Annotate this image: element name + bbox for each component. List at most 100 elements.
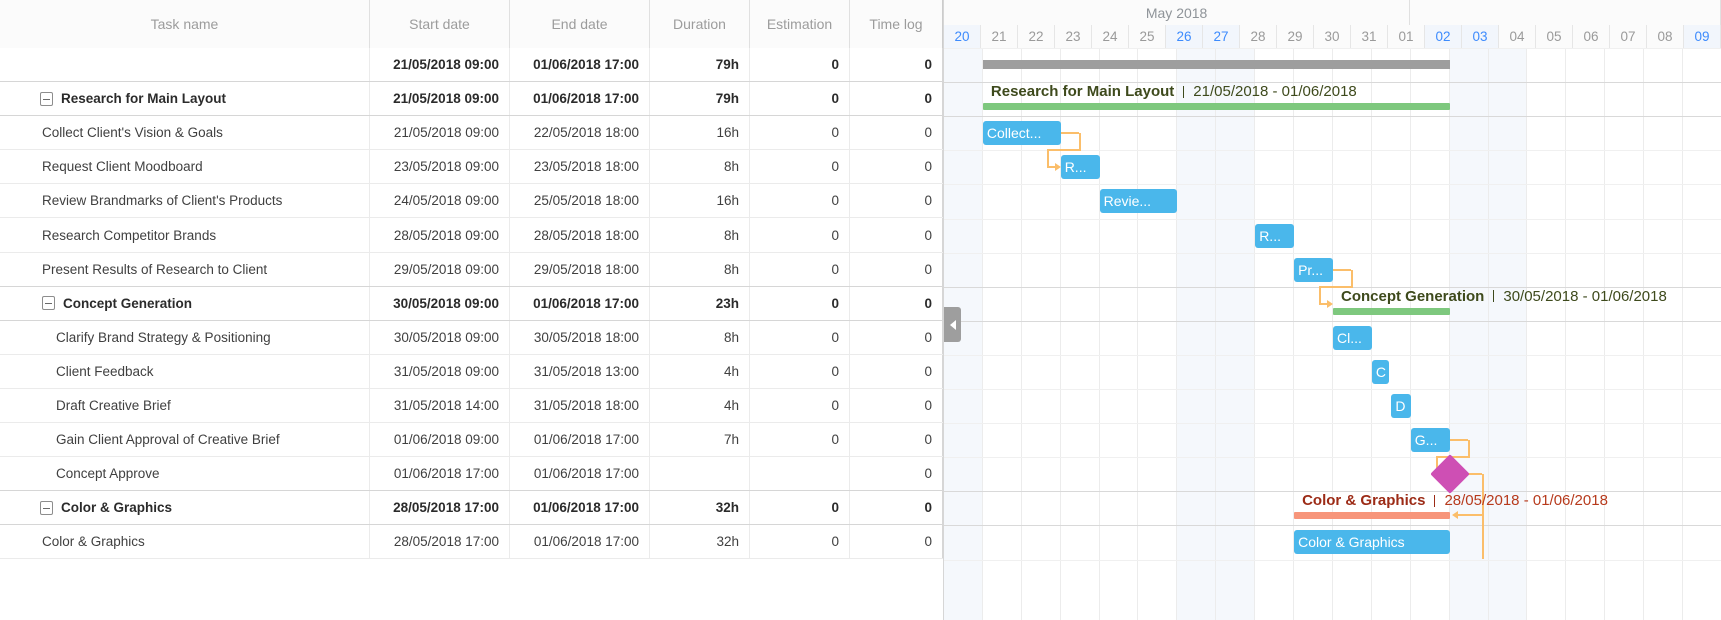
dependency-arrow-icon xyxy=(1327,299,1333,308)
column-header-end-date[interactable]: End date xyxy=(510,0,650,48)
gantt-task-bar[interactable]: Pr... xyxy=(1294,257,1333,282)
table-row[interactable]: Research for Main Layout 21/05/2018 09:00… xyxy=(0,82,943,117)
gantt-task-bar[interactable]: Color & Graphics xyxy=(1294,530,1450,555)
table-row[interactable]: Draft Creative Brief 31/05/2018 14:00 31/0… xyxy=(0,388,943,424)
gantt-summary-bar[interactable] xyxy=(1294,512,1450,520)
cell-end: 22/05/2018 18:00 xyxy=(510,116,650,150)
gantt-task-bar-label: C xyxy=(1375,363,1387,380)
cell-task-name[interactable]: Clarify Brand Strategy & Positioning xyxy=(0,320,370,354)
gantt-summary-label: Color & Graphics 28/05/2018 - 01/06/2018 xyxy=(1302,492,1608,509)
gantt-chart-app: Task name Start date End date Duration E… xyxy=(0,0,1721,620)
task-name-wrapper: Collect Client's Vision & Goals xyxy=(10,125,223,140)
gantt-task-bar-label: R... xyxy=(1259,227,1281,244)
cell-task-name[interactable]: Color & Graphics xyxy=(0,491,370,525)
gantt-task-bar[interactable]: R... xyxy=(1255,223,1295,248)
gantt-task-bar[interactable]: R... xyxy=(1060,155,1100,180)
cell-end: 01/06/2018 17:00 xyxy=(510,82,650,116)
cell-task-name[interactable]: Research Competitor Brands xyxy=(0,218,370,252)
cell-task-name[interactable]: Request Client Moodboard xyxy=(0,150,370,184)
task-name-wrapper: Color & Graphics xyxy=(10,500,172,515)
gantt-summary-bar[interactable] xyxy=(1333,307,1450,315)
table-row[interactable]: Review Brandmarks of Client's Products 24… xyxy=(0,184,943,219)
table-row[interactable]: Gain Client Approval of Creative Brief 01… xyxy=(0,423,943,458)
cell-log: 0 xyxy=(850,252,943,286)
table-row[interactable]: Request Client Moodboard 23/05/2018 09:00… xyxy=(0,150,943,185)
gantt-task-bar[interactable]: Revie... xyxy=(1099,189,1178,214)
cell-dur: 16h xyxy=(650,184,750,218)
cell-task-name[interactable]: Review Brandmarks of Client's Products xyxy=(0,184,370,218)
column-header-duration[interactable]: Duration xyxy=(650,0,750,48)
dependency-link xyxy=(1046,150,1049,168)
gantt-task-bar[interactable]: G... xyxy=(1410,428,1450,453)
gantt-task-bar-label: G... xyxy=(1414,432,1438,449)
task-name-label: Review Brandmarks of Client's Products xyxy=(42,193,283,209)
collapse-toggle-icon[interactable] xyxy=(40,500,53,515)
column-header-time-log[interactable]: Time log xyxy=(850,0,943,48)
cell-end: 01/06/2018 17:00 xyxy=(510,525,650,559)
column-header-estimation[interactable]: Estimation xyxy=(750,0,850,48)
cell-log: 0 xyxy=(850,457,943,491)
collapse-left-icon[interactable] xyxy=(944,307,961,342)
cell-task-name[interactable]: Present Results of Research to Client xyxy=(0,252,370,286)
table-row[interactable]: Client Feedback 31/05/2018 09:00 31/05/201… xyxy=(0,354,943,389)
table-row[interactable]: 21/05/2018 09:00 01/06/2018 17:00 79h 0 0 xyxy=(0,48,943,83)
dependency-link xyxy=(1467,440,1470,458)
cell-est: 0 xyxy=(750,491,850,525)
cell-start: 01/06/2018 09:00 xyxy=(370,423,510,457)
timeline-day-cell: 05 xyxy=(1536,25,1573,48)
cell-end: 23/05/2018 18:00 xyxy=(510,150,650,184)
cell-task-name[interactable]: Concept Approve xyxy=(0,457,370,491)
gantt-task-bar[interactable]: D xyxy=(1391,394,1411,418)
table-row[interactable]: Research Competitor Brands 28/05/2018 09:… xyxy=(0,218,943,253)
cell-task-name[interactable]: Collect Client's Vision & Goals xyxy=(0,116,370,150)
cell-end: 01/06/2018 17:00 xyxy=(510,423,650,457)
cell-task-name[interactable]: Draft Creative Brief xyxy=(0,388,370,423)
gantt-task-bar-label: Color & Graphics xyxy=(1298,534,1405,551)
cell-task-name[interactable]: Research for Main Layout xyxy=(0,82,370,116)
cell-task-name[interactable]: Client Feedback xyxy=(0,354,370,388)
cell-dur: 8h xyxy=(650,252,750,286)
task-grid-header: Task name Start date End date Duration E… xyxy=(0,0,943,48)
gantt-task-bar[interactable]: Collect... xyxy=(982,121,1061,146)
cell-est: 0 xyxy=(750,286,850,320)
gantt-task-bar[interactable]: Cl... xyxy=(1333,325,1372,350)
table-row[interactable]: Clarify Brand Strategy & Positioning 30/0… xyxy=(0,320,943,355)
task-name-label: Concept Approve xyxy=(56,466,160,482)
collapse-toggle-icon[interactable] xyxy=(40,91,53,106)
column-header-start-date[interactable]: Start date xyxy=(370,0,510,48)
collapse-toggle-icon[interactable] xyxy=(42,296,55,311)
gantt-project-bar[interactable] xyxy=(982,60,1450,69)
task-name-label: Request Client Moodboard xyxy=(42,159,203,175)
task-name-wrapper: Request Client Moodboard xyxy=(10,159,203,174)
timeline-day-cell: 29 xyxy=(1277,25,1314,48)
table-row[interactable]: Collect Client's Vision & Goals 21/05/201… xyxy=(0,116,943,151)
cell-end: 31/05/2018 13:00 xyxy=(510,354,650,388)
table-row[interactable]: Concept Approve 01/06/2018 17:00 01/06/201… xyxy=(0,457,943,492)
cell-task-name[interactable]: Color & Graphics xyxy=(0,525,370,559)
cell-start: 31/05/2018 09:00 xyxy=(370,354,510,388)
timeline-day-cell: 23 xyxy=(1055,25,1092,48)
cell-end: 01/06/2018 17:00 xyxy=(510,286,650,320)
task-name-label: Concept Generation xyxy=(63,295,193,311)
cell-task-name[interactable] xyxy=(0,48,370,82)
cell-start: 21/05/2018 09:00 xyxy=(370,116,510,150)
cell-est: 0 xyxy=(750,82,850,116)
cell-est: 0 xyxy=(750,388,850,423)
gantt-summary-bar[interactable] xyxy=(982,103,1450,111)
table-row[interactable]: Concept Generation 30/05/2018 09:00 01/06/… xyxy=(0,286,943,321)
gantt-summary-dates: 21/05/2018 - 01/06/2018 xyxy=(1193,83,1357,101)
task-name-wrapper: Concept Approve xyxy=(10,466,160,481)
table-row[interactable]: Color & Graphics 28/05/2018 17:00 01/06/20… xyxy=(0,525,943,560)
cell-est: 0 xyxy=(750,150,850,184)
timeline-body[interactable]: Research for Main Layout 21/05/2018 - 01/… xyxy=(944,48,1721,620)
table-row[interactable]: Color & Graphics 28/05/2018 17:00 01/06/20… xyxy=(0,491,943,526)
timeline-row-divider xyxy=(944,389,1721,390)
timeline-grid-column xyxy=(1100,48,1139,620)
column-header-task-name[interactable]: Task name xyxy=(0,0,370,48)
task-name-wrapper: Present Results of Research to Client xyxy=(10,262,267,277)
table-row[interactable]: Present Results of Research to Client 29/… xyxy=(0,252,943,287)
cell-task-name[interactable]: Gain Client Approval of Creative Brief xyxy=(0,423,370,457)
gantt-summary-title: Color & Graphics xyxy=(1302,492,1426,510)
cell-task-name[interactable]: Concept Generation xyxy=(0,286,370,320)
gantt-task-bar[interactable]: C xyxy=(1371,359,1390,384)
